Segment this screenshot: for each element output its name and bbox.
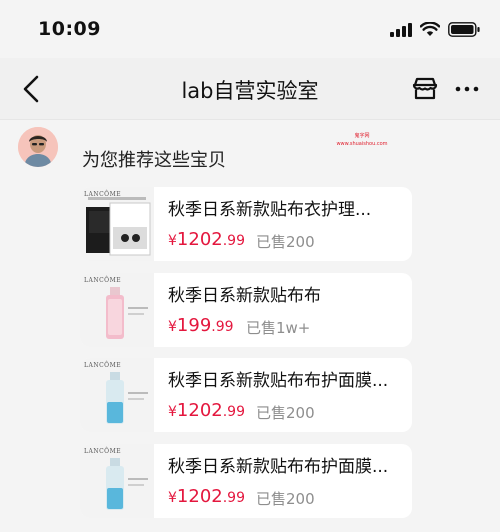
mask-box-icon <box>86 197 151 256</box>
product-title: 秋季日系新款贴布衣护理... <box>168 200 372 220</box>
product-title: 秋季日系新款贴布布护面膜... <box>168 457 389 477</box>
pink-bottle-icon <box>106 287 148 339</box>
product-title: 秋季日系新款贴布布护面膜... <box>168 371 389 391</box>
blue-bottle-icon <box>106 372 148 424</box>
sold-count: 已售200 <box>256 233 315 251</box>
brand-logo: LANCÔME <box>84 362 122 369</box>
product-price: ¥1202.99 <box>168 229 245 250</box>
sold-count: 已售1w+ <box>246 319 311 337</box>
product-title: 秋季日系新款贴布布 <box>168 286 321 306</box>
status-time: 10:09 <box>38 18 101 40</box>
product-price: ¥1202.99 <box>168 400 245 421</box>
status-icons <box>390 22 480 37</box>
status-bar: 10:09 <box>0 0 500 58</box>
nav-bar: lab自营实验室 <box>0 58 500 120</box>
product-card[interactable]: LANCÔME 秋季日系新款贴布布护面膜... ¥1202.99 已售200 <box>80 444 412 518</box>
battery-icon <box>448 22 480 37</box>
product-card[interactable]: LANCÔME 秋季日系新款贴布布 ¥199.99 已售1w+ <box>80 273 412 347</box>
more-button[interactable] <box>450 72 484 106</box>
product-card[interactable]: LANCÔME 秋季日系新款贴布衣护理... ¥1202.99 已售200 <box>80 187 412 261</box>
cellular-signal-icon <box>390 22 412 37</box>
avatar-person-icon <box>18 127 58 167</box>
price-integer: 1202 <box>176 400 223 421</box>
more-dots-icon <box>455 86 479 92</box>
watermark-line2: www.shuaishou.com <box>336 141 388 147</box>
watermark-line1: 鬼字网 <box>354 133 370 139</box>
price-integer: 199 <box>176 315 212 336</box>
watermark: 鬼字网 www.shuaishou.com <box>332 132 392 148</box>
shop-icon <box>412 77 438 100</box>
brand-logo: LANCÔME <box>84 448 122 455</box>
product-price: ¥1202.99 <box>168 486 245 507</box>
shop-button[interactable] <box>408 72 442 106</box>
price-integer: 1202 <box>176 486 223 507</box>
price-decimal: .99 <box>222 404 245 420</box>
product-price: ¥199.99 <box>168 315 234 336</box>
price-decimal: .99 <box>222 490 245 506</box>
price-symbol: ¥ <box>168 490 177 506</box>
price-decimal: .99 <box>222 233 245 249</box>
price-symbol: ¥ <box>168 319 177 335</box>
brand-logo: LANCÔME <box>84 277 122 284</box>
product-thumbnail: LANCÔME <box>80 273 154 347</box>
sold-count: 已售200 <box>256 490 315 508</box>
price-symbol: ¥ <box>168 404 177 420</box>
product-thumbnail: LANCÔME <box>80 358 154 432</box>
product-thumbnail: LANCÔME <box>80 187 154 261</box>
price-decimal: .99 <box>211 319 234 335</box>
price-symbol: ¥ <box>168 233 177 249</box>
recommendation-intro: 为您推荐这些宝贝 <box>82 150 226 171</box>
sold-count: 已售200 <box>256 404 315 422</box>
blue-bottle-icon <box>106 458 148 510</box>
product-card[interactable]: LANCÔME 秋季日系新款贴布布护面膜... ¥1202.99 已售200 <box>80 358 412 432</box>
brand-logo: LANCÔME <box>84 191 122 198</box>
avatar[interactable] <box>18 127 58 167</box>
product-thumbnail: LANCÔME <box>80 444 154 518</box>
price-integer: 1202 <box>176 229 223 250</box>
wifi-icon <box>420 22 440 36</box>
